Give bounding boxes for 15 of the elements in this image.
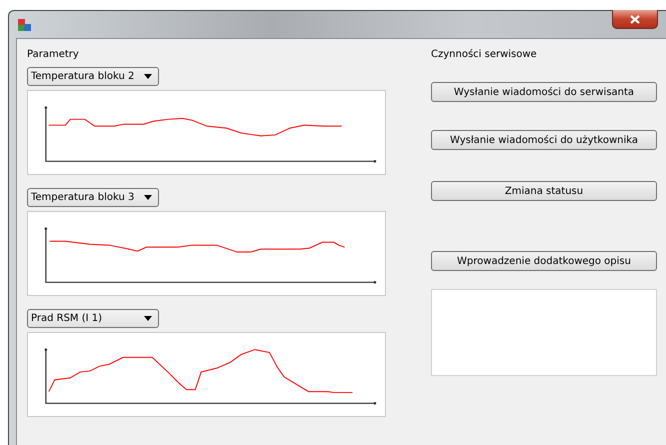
action-button[interactable]: Wysłanie wiadomości do użytkownika	[431, 130, 657, 150]
dropdown[interactable]: Temperatura bloku 3	[27, 188, 159, 207]
dropdown[interactable]: Temperatura bloku 2	[27, 67, 159, 86]
section-label: Parametry	[27, 48, 80, 62]
close-icon	[630, 14, 640, 24]
caret-icon	[144, 74, 152, 79]
dropdown[interactable]: Prad RSM (I 1)	[27, 309, 159, 328]
action-button[interactable]: Wysłanie wiadomości do serwisanta	[431, 82, 657, 102]
close-button[interactable]	[612, 10, 658, 29]
caret-icon	[144, 195, 152, 200]
action-button[interactable]: Wprowadzenie dodatkowego opisu	[431, 251, 657, 271]
section-label: Czynności serwisowe	[431, 48, 538, 62]
action-button[interactable]: Zmiana statusu	[431, 181, 657, 201]
app-icon	[17, 18, 32, 33]
caret-icon	[144, 316, 152, 321]
